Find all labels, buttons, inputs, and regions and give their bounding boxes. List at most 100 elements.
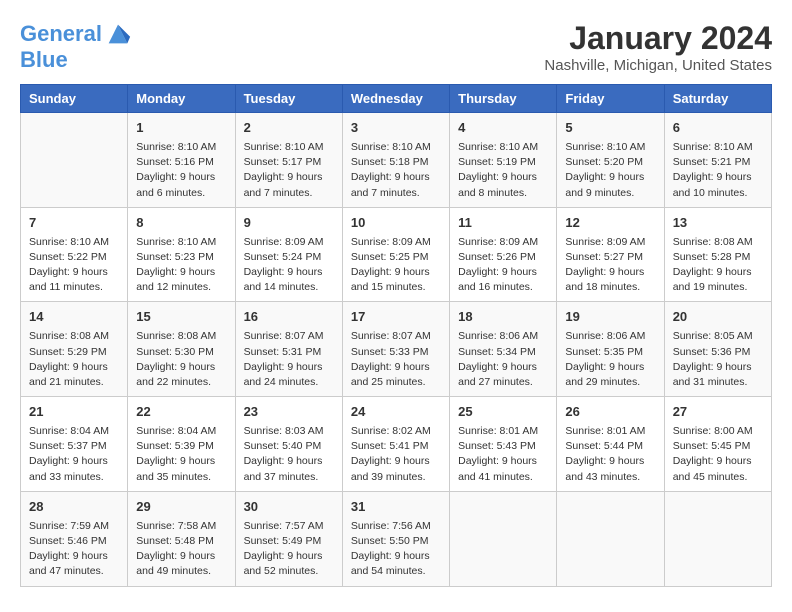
cell-info: Sunrise: 7:58 AMSunset: 5:48 PMDaylight:… bbox=[136, 519, 226, 580]
calendar-cell bbox=[450, 491, 557, 586]
day-number: 31 bbox=[351, 498, 441, 517]
day-number: 29 bbox=[136, 498, 226, 517]
calendar-cell: 18 Sunrise: 8:06 AMSunset: 5:34 PMDayligh… bbox=[450, 302, 557, 397]
cell-info: Sunrise: 7:59 AMSunset: 5:46 PMDaylight:… bbox=[29, 519, 119, 580]
day-number: 14 bbox=[29, 308, 119, 327]
calendar-cell: 29 Sunrise: 7:58 AMSunset: 5:48 PMDayligh… bbox=[128, 491, 235, 586]
calendar-cell: 9Sunrise: 8:09 AMSunset: 5:24 PMDaylight… bbox=[235, 207, 342, 302]
calendar-table: SundayMondayTuesdayWednesdayThursdayFrid… bbox=[20, 84, 772, 587]
day-number: 4 bbox=[458, 119, 548, 138]
cell-info: Sunrise: 8:08 AMSunset: 5:28 PMDaylight:… bbox=[673, 235, 763, 296]
cell-info: Sunrise: 8:05 AMSunset: 5:36 PMDaylight:… bbox=[673, 329, 763, 390]
calendar-cell: 12Sunrise: 8:09 AMSunset: 5:27 PMDayligh… bbox=[557, 207, 664, 302]
calendar-cell: 21Sunrise: 8:04 AMSunset: 5:37 PMDayligh… bbox=[21, 397, 128, 492]
calendar-header-row: SundayMondayTuesdayWednesdayThursdayFrid… bbox=[21, 85, 772, 113]
header-thursday: Thursday bbox=[450, 85, 557, 113]
day-number: 28 bbox=[29, 498, 119, 517]
cell-info: Sunrise: 8:09 AMSunset: 5:26 PMDaylight:… bbox=[458, 235, 548, 296]
day-number: 5 bbox=[565, 119, 655, 138]
cell-info: Sunrise: 7:56 AMSunset: 5:50 PMDaylight:… bbox=[351, 519, 441, 580]
cell-info: Sunrise: 8:10 AMSunset: 5:21 PMDaylight:… bbox=[673, 140, 763, 201]
header-friday: Friday bbox=[557, 85, 664, 113]
day-number: 16 bbox=[244, 308, 334, 327]
calendar-cell: 6 Sunrise: 8:10 AMSunset: 5:21 PMDaylight… bbox=[664, 113, 771, 208]
cell-info: Sunrise: 8:06 AMSunset: 5:34 PMDaylight:… bbox=[458, 329, 548, 390]
day-number: 1 bbox=[136, 119, 226, 138]
day-number: 24 bbox=[351, 403, 441, 422]
day-number: 25 bbox=[458, 403, 548, 422]
cell-info: Sunrise: 8:07 AMSunset: 5:31 PMDaylight:… bbox=[244, 329, 334, 390]
calendar-week-3: 21Sunrise: 8:04 AMSunset: 5:37 PMDayligh… bbox=[21, 397, 772, 492]
calendar-cell: 15 Sunrise: 8:08 AMSunset: 5:30 PMDayligh… bbox=[128, 302, 235, 397]
logo-blue-text: Blue bbox=[20, 48, 132, 72]
cell-info: Sunrise: 8:09 AMSunset: 5:25 PMDaylight:… bbox=[351, 235, 441, 296]
day-number: 27 bbox=[673, 403, 763, 422]
calendar-cell: 23 Sunrise: 8:03 AMSunset: 5:40 PMDayligh… bbox=[235, 397, 342, 492]
calendar-cell: 28 Sunrise: 7:59 AMSunset: 5:46 PMDayligh… bbox=[21, 491, 128, 586]
calendar-cell: 24 Sunrise: 8:02 AMSunset: 5:41 PMDayligh… bbox=[342, 397, 449, 492]
calendar-cell: 14 Sunrise: 8:08 AMSunset: 5:29 PMDayligh… bbox=[21, 302, 128, 397]
day-number: 6 bbox=[673, 119, 763, 138]
calendar-cell bbox=[557, 491, 664, 586]
day-number: 23 bbox=[244, 403, 334, 422]
logo-icon bbox=[104, 20, 132, 48]
calendar-week-1: 7Sunrise: 8:10 AMSunset: 5:22 PMDaylight… bbox=[21, 207, 772, 302]
calendar-cell: 1Sunrise: 8:10 AMSunset: 5:16 PMDaylight… bbox=[128, 113, 235, 208]
calendar-cell: 5Sunrise: 8:10 AMSunset: 5:20 PMDaylight… bbox=[557, 113, 664, 208]
header-sunday: Sunday bbox=[21, 85, 128, 113]
day-number: 26 bbox=[565, 403, 655, 422]
day-number: 10 bbox=[351, 214, 441, 233]
day-number: 11 bbox=[458, 214, 548, 233]
calendar-cell: 22 Sunrise: 8:04 AMSunset: 5:39 PMDayligh… bbox=[128, 397, 235, 492]
calendar-week-2: 14 Sunrise: 8:08 AMSunset: 5:29 PMDayligh… bbox=[21, 302, 772, 397]
day-number: 17 bbox=[351, 308, 441, 327]
calendar-cell: 8Sunrise: 8:10 AMSunset: 5:23 PMDaylight… bbox=[128, 207, 235, 302]
header-tuesday: Tuesday bbox=[235, 85, 342, 113]
day-number: 15 bbox=[136, 308, 226, 327]
day-number: 12 bbox=[565, 214, 655, 233]
header-saturday: Saturday bbox=[664, 85, 771, 113]
cell-info: Sunrise: 7:57 AMSunset: 5:49 PMDaylight:… bbox=[244, 519, 334, 580]
calendar-cell: 19Sunrise: 8:06 AMSunset: 5:35 PMDayligh… bbox=[557, 302, 664, 397]
calendar-cell: 17 Sunrise: 8:07 AMSunset: 5:33 PMDayligh… bbox=[342, 302, 449, 397]
calendar-cell: 11 Sunrise: 8:09 AMSunset: 5:26 PMDayligh… bbox=[450, 207, 557, 302]
cell-info: Sunrise: 8:07 AMSunset: 5:33 PMDaylight:… bbox=[351, 329, 441, 390]
logo-text: General bbox=[20, 22, 102, 46]
day-number: 8 bbox=[136, 214, 226, 233]
calendar-cell bbox=[21, 113, 128, 208]
calendar-cell: 31 Sunrise: 7:56 AMSunset: 5:50 PMDayligh… bbox=[342, 491, 449, 586]
day-number: 20 bbox=[673, 308, 763, 327]
cell-info: Sunrise: 8:10 AMSunset: 5:18 PMDaylight:… bbox=[351, 140, 441, 201]
cell-info: Sunrise: 8:04 AMSunset: 5:39 PMDaylight:… bbox=[136, 424, 226, 485]
cell-info: Sunrise: 8:01 AMSunset: 5:43 PMDaylight:… bbox=[458, 424, 548, 485]
calendar-cell: 3 Sunrise: 8:10 AMSunset: 5:18 PMDaylight… bbox=[342, 113, 449, 208]
day-number: 3 bbox=[351, 119, 441, 138]
day-number: 9 bbox=[244, 214, 334, 233]
cell-info: Sunrise: 8:02 AMSunset: 5:41 PMDaylight:… bbox=[351, 424, 441, 485]
calendar-cell bbox=[664, 491, 771, 586]
calendar-cell: 13 Sunrise: 8:08 AMSunset: 5:28 PMDayligh… bbox=[664, 207, 771, 302]
cell-info: Sunrise: 8:10 AMSunset: 5:17 PMDaylight:… bbox=[244, 140, 334, 201]
cell-info: Sunrise: 8:08 AMSunset: 5:30 PMDaylight:… bbox=[136, 329, 226, 390]
header-wednesday: Wednesday bbox=[342, 85, 449, 113]
day-number: 21 bbox=[29, 403, 119, 422]
header-monday: Monday bbox=[128, 85, 235, 113]
cell-info: Sunrise: 8:10 AMSunset: 5:22 PMDaylight:… bbox=[29, 235, 119, 296]
title-block: January 2024 Nashville, Michigan, United… bbox=[544, 20, 772, 74]
subtitle: Nashville, Michigan, United States bbox=[544, 57, 772, 74]
day-number: 18 bbox=[458, 308, 548, 327]
cell-info: Sunrise: 8:03 AMSunset: 5:40 PMDaylight:… bbox=[244, 424, 334, 485]
main-title: January 2024 bbox=[544, 20, 772, 57]
calendar-week-4: 28 Sunrise: 7:59 AMSunset: 5:46 PMDayligh… bbox=[21, 491, 772, 586]
calendar-cell: 7Sunrise: 8:10 AMSunset: 5:22 PMDaylight… bbox=[21, 207, 128, 302]
cell-info: Sunrise: 8:01 AMSunset: 5:44 PMDaylight:… bbox=[565, 424, 655, 485]
cell-info: Sunrise: 8:06 AMSunset: 5:35 PMDaylight:… bbox=[565, 329, 655, 390]
day-number: 13 bbox=[673, 214, 763, 233]
day-number: 22 bbox=[136, 403, 226, 422]
day-number: 2 bbox=[244, 119, 334, 138]
page-header: General Blue January 2024 Nashville, Mic… bbox=[20, 20, 772, 74]
cell-info: Sunrise: 8:10 AMSunset: 5:19 PMDaylight:… bbox=[458, 140, 548, 201]
calendar-cell: 26 Sunrise: 8:01 AMSunset: 5:44 PMDayligh… bbox=[557, 397, 664, 492]
cell-info: Sunrise: 8:08 AMSunset: 5:29 PMDaylight:… bbox=[29, 329, 119, 390]
calendar-cell: 27Sunrise: 8:00 AMSunset: 5:45 PMDayligh… bbox=[664, 397, 771, 492]
